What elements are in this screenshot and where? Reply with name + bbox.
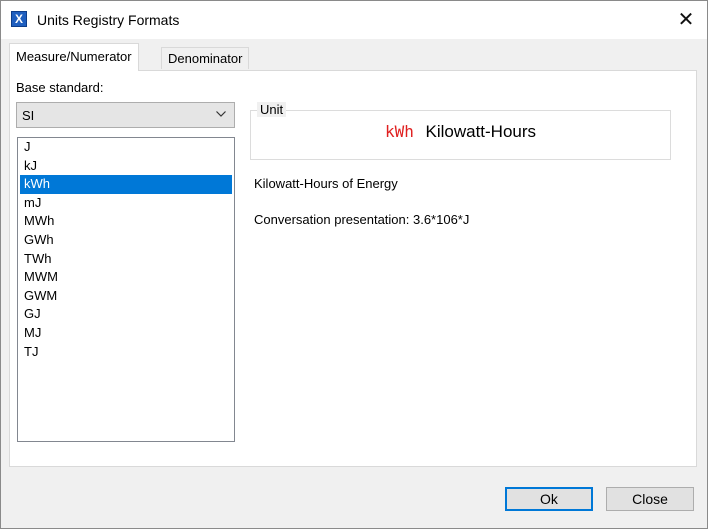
unit-list-item[interactable]: GWM [20,287,232,306]
unit-name: Kilowatt-Hours [425,122,537,141]
unit-list-item[interactable]: MWM [20,268,232,287]
app-icon: X [11,11,27,27]
unit-list-item[interactable]: TWh [20,250,232,269]
unit-list-item[interactable]: TJ [20,343,232,362]
unit-display: kWh Kilowatt-Hours [250,122,671,142]
close-icon[interactable]: ✕ [665,1,707,39]
unit-listbox[interactable]: JkJ kWh mJ MWh GWh TWh MWM GWM GJ MJ TJ [17,137,235,442]
unit-list-item[interactable]: MWh [20,212,232,231]
unit-list-item[interactable]: mJ [20,194,232,213]
unit-list-item[interactable]: MJ [20,324,232,343]
unit-list-item[interactable]: J [20,138,232,157]
ok-button[interactable]: Ok [505,487,593,511]
unit-symbol: kWh [384,122,414,141]
title-bar: X Units Registry Formats ✕ [1,1,707,39]
unit-group-label: Unit [257,102,287,117]
unit-list-item[interactable]: GJ [20,305,232,324]
tab-measure-numerator[interactable]: Measure/Numerator [9,43,139,71]
unit-list-item[interactable]: kJ [20,157,232,176]
base-standard-select[interactable]: SI [16,102,235,128]
base-standard-label: Base standard: [16,80,104,95]
window-title: Units Registry Formats [37,12,180,28]
base-standard-value: SI [22,108,35,123]
chevron-down-icon [216,111,226,117]
unit-description: Kilowatt-Hours of Energy [254,176,398,191]
close-button[interactable]: Close [606,487,694,511]
tab-denominator[interactable]: Denominator [161,47,250,69]
unit-list-item[interactable]: kWh [20,175,232,194]
unit-list-item[interactable]: GWh [20,231,232,250]
conversion-text: Conversation presentation: 3.6*106*J [254,212,470,227]
